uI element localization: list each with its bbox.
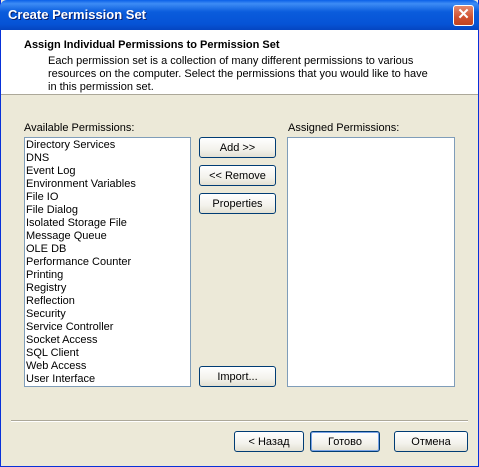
permission-list-item[interactable]: Service Controller — [25, 321, 190, 334]
permission-list-item[interactable]: Message Queue — [25, 230, 190, 243]
add-button[interactable]: Add >> — [199, 137, 276, 158]
properties-button[interactable]: Properties — [199, 193, 276, 214]
permission-list-item[interactable]: SQL Client — [25, 347, 190, 360]
permission-list-item[interactable]: Reflection — [25, 295, 190, 308]
finish-button[interactable]: Готово — [310, 431, 380, 452]
permission-list-item[interactable]: Web Access — [25, 360, 190, 373]
wizard-header: Assign Individual Permissions to Permiss… — [1, 30, 478, 95]
header-title: Assign Individual Permissions to Permiss… — [24, 39, 280, 51]
available-permissions-list[interactable]: Directory Services DNS Event Log Environmen… — [24, 137, 191, 387]
permission-list-item[interactable]: User Interface — [25, 373, 190, 386]
permission-list-item[interactable]: Performance Counter — [25, 256, 190, 269]
assigned-permissions-list[interactable] — [287, 137, 455, 387]
dialog-window: Create Permission Set ✕ Assign Individua… — [0, 0, 479, 467]
permission-list-item[interactable]: Socket Access — [25, 334, 190, 347]
available-permissions-label: Available Permissions: — [24, 122, 135, 134]
permission-list-item[interactable]: Environment Variables — [25, 178, 190, 191]
permission-list-item[interactable]: DNS — [25, 152, 190, 165]
close-icon[interactable]: ✕ — [453, 5, 474, 26]
permission-list-item[interactable]: File IO — [25, 191, 190, 204]
permission-list-item[interactable]: Isolated Storage File — [25, 217, 190, 230]
cancel-button[interactable]: Отмена — [394, 431, 468, 452]
import-button[interactable]: Import... — [199, 366, 276, 387]
permission-list-item[interactable]: Printing — [25, 269, 190, 282]
footer-separator — [11, 420, 468, 422]
assigned-permissions-label: Assigned Permissions: — [288, 122, 400, 134]
permission-list-item[interactable]: File Dialog — [25, 204, 190, 217]
header-description: Each permission set is a collection of m… — [48, 55, 428, 93]
remove-button[interactable]: << Remove — [199, 165, 276, 186]
permission-list-item[interactable]: OLE DB — [25, 243, 190, 256]
permission-list-item[interactable]: Registry — [25, 282, 190, 295]
back-button[interactable]: < Назад — [234, 431, 304, 452]
permission-list-item[interactable]: Directory Services — [25, 139, 190, 152]
permission-list-item[interactable]: Security — [25, 308, 190, 321]
title-bar[interactable]: Create Permission Set ✕ — [0, 0, 479, 30]
window-title: Create Permission Set — [8, 7, 147, 22]
permission-list-item[interactable]: Event Log — [25, 165, 190, 178]
